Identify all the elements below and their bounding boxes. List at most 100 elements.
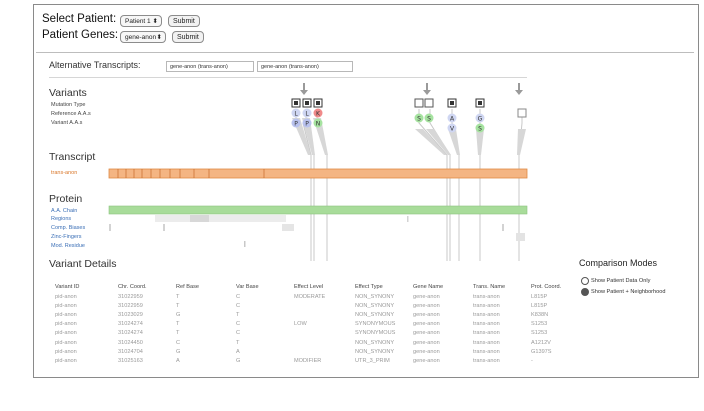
- table-cell: S1253: [531, 321, 548, 328]
- table-row[interactable]: pid-anon 31024450 C T NON_SYNONY gene-anon tra…: [55, 338, 575, 347]
- table-row[interactable]: pid-anon 31022959 T C MODERATE NON_SYNONY gene…: [55, 292, 575, 301]
- down-arrow-icon: [423, 83, 431, 95]
- table-cell: T: [176, 293, 180, 300]
- column-header: Var Base: [236, 284, 259, 290]
- table-row[interactable]: pid-anon 31025163 A G MODIFIER UTR_3_PRIM gene…: [55, 356, 575, 365]
- table-cell: gene-anon: [413, 293, 440, 300]
- table-cell: T: [176, 321, 180, 328]
- table-cell: MODERATE: [294, 293, 326, 300]
- table-cell: 31025163: [118, 357, 143, 364]
- table-cell: SYNONYMOUS: [355, 330, 396, 337]
- column-header: Variant ID: [55, 284, 80, 290]
- mod-residue-track: [244, 241, 246, 247]
- table-cell: 31024274: [118, 321, 143, 328]
- table-cell: gene-anon: [413, 357, 440, 364]
- table-cell: gene-anon: [413, 330, 440, 337]
- table-cell: [294, 347, 355, 356]
- table-cell: trans-anon: [473, 339, 500, 346]
- variant-details-table: Variant ID Chr. Coord. Ref Base Var Base…: [55, 282, 575, 366]
- table-row[interactable]: pid-anon 31022959 T C NON_SYNONY gene-anon tra…: [55, 301, 575, 310]
- svg-text:S: S: [427, 116, 431, 123]
- table-cell: A: [236, 348, 240, 355]
- svg-text:P: P: [294, 121, 298, 128]
- svg-text:S: S: [417, 116, 421, 123]
- table-cell: gene-anon: [413, 348, 440, 355]
- table-cell: LOW: [294, 321, 307, 328]
- table-cell: C: [236, 293, 241, 300]
- table-cell: 31022959: [118, 302, 143, 309]
- radio-patient-only[interactable]: [581, 277, 589, 285]
- table-cell: G: [236, 357, 241, 364]
- table-cell: G: [176, 311, 181, 318]
- table-cell: NON_SYNONY: [355, 348, 395, 355]
- table-cell: UTR_3_PRIM: [355, 357, 390, 364]
- table-cell: C: [236, 321, 241, 328]
- table-cell: NON_SYNONY: [355, 302, 395, 309]
- table-row[interactable]: pid-anon 31024704 G A NON_SYNONY gene-anon tra…: [55, 347, 575, 356]
- table-cell: 31023029: [118, 311, 143, 318]
- radio-patient-only-label: Show Patient Data Only: [591, 278, 651, 284]
- table-cell: T: [236, 311, 240, 318]
- table-cell: trans-anon: [473, 311, 500, 318]
- mutation-type-markers: [291, 98, 527, 118]
- variant-details-title: Variant Details: [49, 258, 117, 270]
- table-cell: trans-anon: [473, 330, 500, 337]
- table-cell: MODIFIER: [294, 357, 322, 364]
- table-cell: A1212V: [531, 339, 551, 346]
- transcript-track: [108, 168, 528, 179]
- table-header-row: Variant ID Chr. Coord. Ref Base Var Base…: [55, 282, 575, 292]
- table-cell: trans-anon: [473, 293, 500, 300]
- column-header: Gene Name: [413, 284, 444, 290]
- table-cell: [294, 310, 355, 319]
- column-header: Ref Base: [176, 284, 200, 290]
- table-cell: pid-anon: [55, 311, 77, 318]
- connector-wedges: [292, 118, 526, 155]
- table-cell: [294, 338, 355, 347]
- aa-chain-track: [108, 205, 528, 215]
- table-cell: pid-anon: [55, 348, 77, 355]
- table-cell: T: [176, 330, 180, 337]
- table-cell: gene-anon: [413, 302, 440, 309]
- table-cell: pid-anon: [55, 302, 77, 309]
- table-cell: T: [236, 339, 240, 346]
- table-cell: K838N: [531, 311, 549, 318]
- comparison-modes-title: Comparison Modes: [579, 258, 658, 268]
- table-cell: L815P: [531, 302, 548, 309]
- table-cell: gene-anon: [413, 311, 440, 318]
- zinc-finger-track: [516, 233, 525, 241]
- table-cell: NON_SYNONY: [355, 293, 395, 300]
- column-header: Effect Type: [355, 284, 383, 290]
- table-cell: 31024704: [118, 348, 143, 355]
- table-cell: trans-anon: [473, 321, 500, 328]
- down-arrow-icons: [300, 83, 523, 95]
- table-cell: G: [176, 348, 181, 355]
- table-cell: 31024450: [118, 339, 143, 346]
- down-arrow-icon: [515, 83, 523, 95]
- table-cell: trans-anon: [473, 348, 500, 355]
- table-cell: [294, 329, 355, 338]
- regions-track: [155, 215, 286, 222]
- table-cell: 31022959: [118, 293, 143, 300]
- radio-patient-neighborhood[interactable]: [581, 288, 589, 296]
- svg-text:G: G: [478, 116, 483, 123]
- table-cell: 31024274: [118, 330, 143, 337]
- app-frame: Select Patient: Patient 1 ⬍ Submit Patie…: [33, 4, 699, 378]
- table-cell: pid-anon: [55, 330, 77, 337]
- table-cell: S1253: [531, 330, 548, 337]
- table-cell: NON_SYNONY: [355, 311, 395, 318]
- table-row[interactable]: pid-anon 31024274 T C SYNONYMOUS gene-anon tra…: [55, 329, 575, 338]
- table-cell: A: [176, 357, 180, 364]
- table-cell: -: [531, 357, 533, 364]
- table-cell: pid-anon: [55, 357, 77, 364]
- radio-patient-neighborhood-label: Show Patient + Neighborhood: [591, 289, 666, 295]
- variant-connectors: [295, 109, 523, 261]
- table-cell: C: [236, 302, 241, 309]
- table-row[interactable]: pid-anon 31024274 T C LOW SYNONYMOUS gene-anon…: [55, 320, 575, 329]
- table-cell: L815P: [531, 293, 548, 300]
- table-cell: pid-anon: [55, 293, 77, 300]
- svg-text:N: N: [316, 121, 321, 128]
- table-row[interactable]: pid-anon 31023029 G T NON_SYNONY gene-anon tra…: [55, 310, 575, 319]
- table-cell: pid-anon: [55, 321, 77, 328]
- table-cell: gene-anon: [413, 339, 440, 346]
- table-cell: [294, 301, 355, 310]
